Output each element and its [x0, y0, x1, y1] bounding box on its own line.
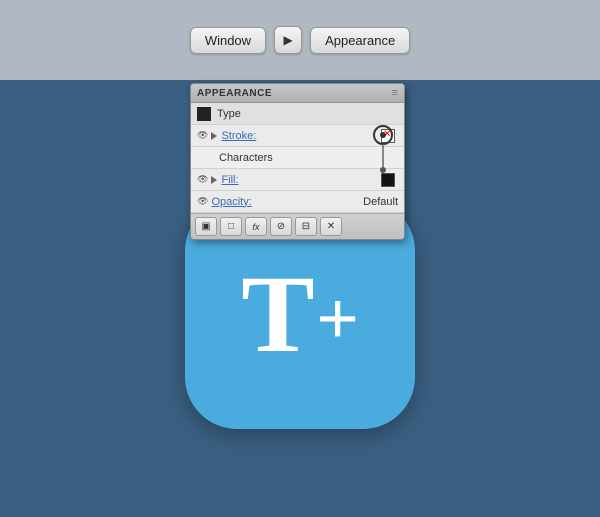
panel-title: APPEARANCE [197, 88, 272, 99]
app-icon-content: T + [241, 259, 358, 369]
panel-toolbar: ▣ □ fx ⊘ ⊟ ✕ [191, 213, 404, 239]
icon-letter-t: T [241, 259, 314, 369]
opacity-eye-icon: 👁 [197, 196, 208, 207]
effects-button[interactable]: fx [245, 217, 267, 236]
close-panel-button[interactable]: ✕ [320, 217, 342, 236]
clear-button[interactable]: ⊘ [270, 217, 292, 236]
type-label: Type [217, 108, 398, 120]
new-layer-button[interactable]: ▣ [195, 217, 217, 236]
stroke-indicator-svg [368, 120, 398, 175]
panel-body: Type 👁 Stroke: Characters 👁 [191, 103, 404, 213]
window-button[interactable]: Window [190, 27, 266, 54]
opacity-value: Default [363, 196, 398, 208]
fill-label[interactable]: Fill: [221, 174, 381, 186]
appearance-panel: APPEARANCE ≡ Type 👁 Stroke: [190, 83, 405, 240]
eye-icon: 👁 [197, 130, 208, 141]
fill-eye-icon: 👁 [197, 174, 208, 185]
delete-layer-button[interactable]: ⊟ [295, 217, 317, 236]
icon-plus: + [317, 283, 359, 355]
fill-link[interactable]: Fill: [221, 174, 238, 186]
top-bar: Window ▶ Appearance [0, 0, 600, 80]
duplicate-button[interactable]: □ [220, 217, 242, 236]
panel-grip: ≡ [392, 87, 398, 99]
panel-titlebar[interactable]: APPEARANCE ≡ [191, 84, 404, 103]
stroke-row[interactable]: 👁 Stroke: [191, 125, 404, 147]
stroke-label[interactable]: Stroke: [221, 130, 381, 142]
arrow-button[interactable]: ▶ [274, 26, 302, 54]
expand-icon [211, 132, 217, 140]
opacity-link[interactable]: Opacity: [211, 196, 251, 208]
fill-expand-icon [211, 176, 217, 184]
appearance-button[interactable]: Appearance [310, 27, 410, 54]
type-swatch [197, 107, 211, 121]
opacity-label[interactable]: Opacity: [211, 196, 359, 208]
stroke-link[interactable]: Stroke: [221, 130, 256, 142]
opacity-row[interactable]: 👁 Opacity: Default [191, 191, 404, 213]
